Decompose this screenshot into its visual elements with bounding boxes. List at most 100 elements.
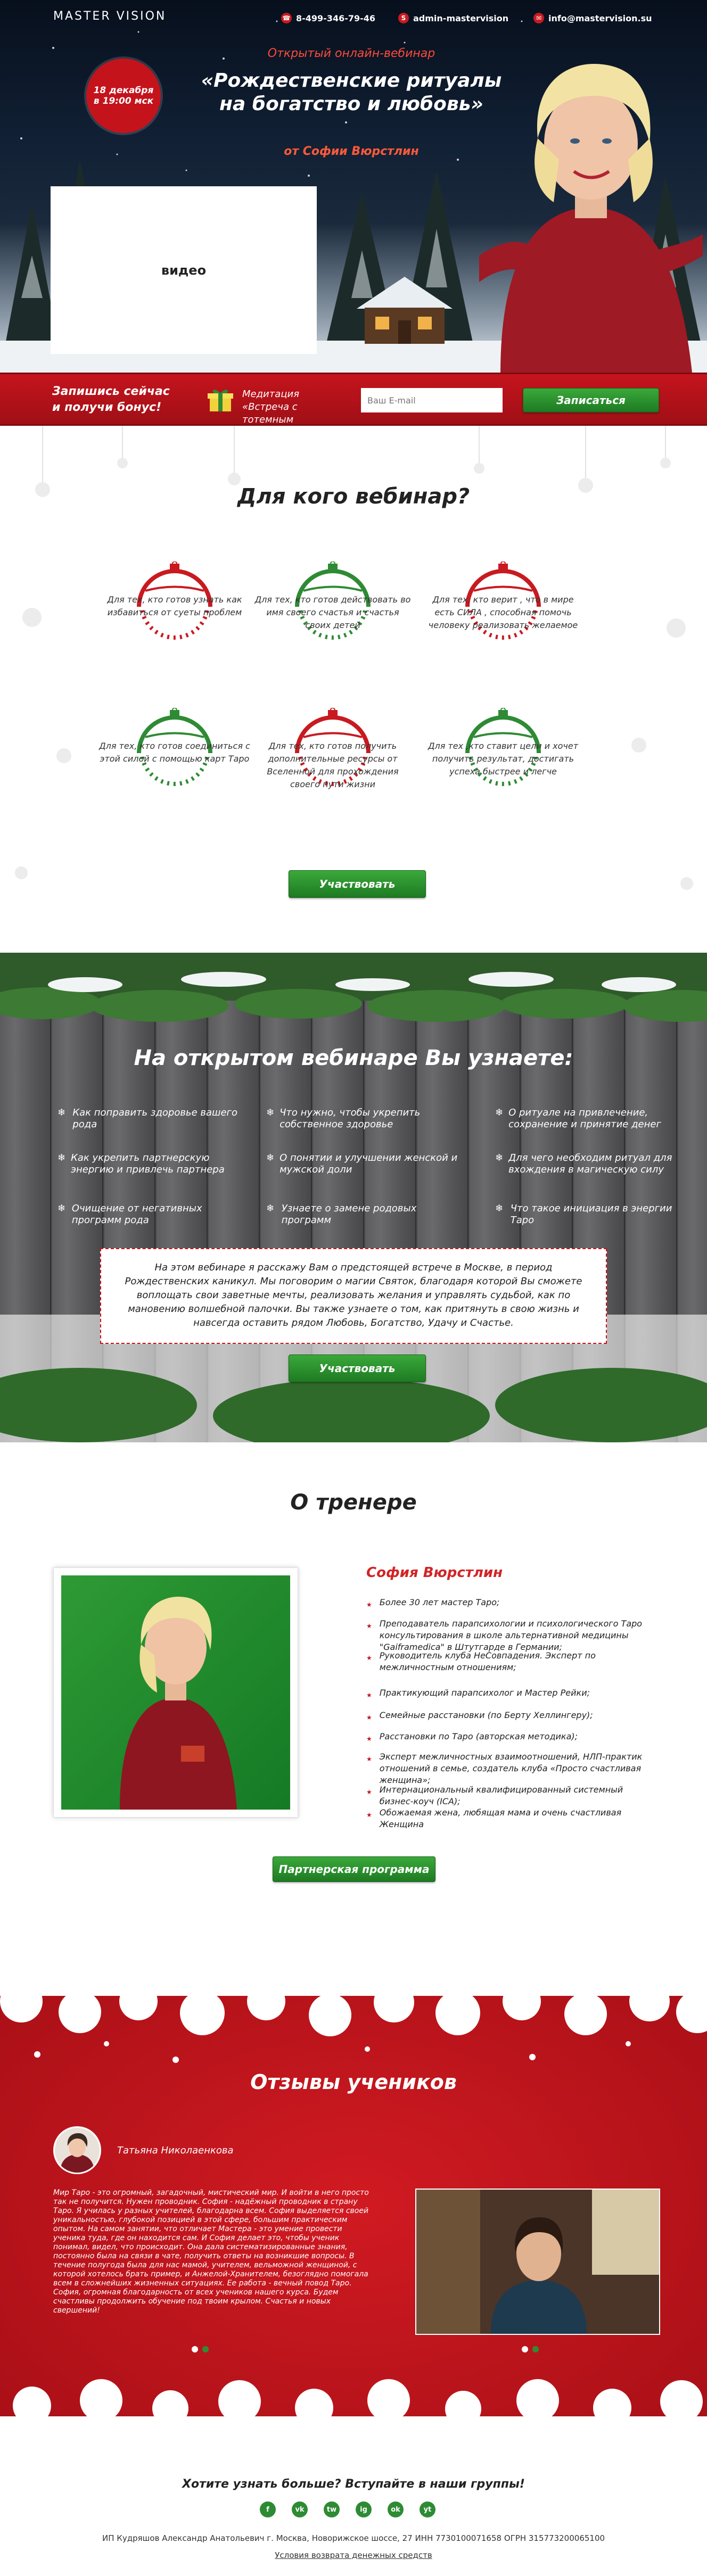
snowflake-icon: ❄ bbox=[495, 1152, 504, 1163]
trainer-bullet-text: Семейные расстановки (по Берту Хеллингер… bbox=[379, 1710, 593, 1720]
logo[interactable]: MASTER VISION bbox=[53, 10, 166, 23]
youtube-icon[interactable]: yt bbox=[420, 2501, 435, 2517]
trainer-bullet: ★ Интернациональный квалифицированный сис… bbox=[366, 1784, 654, 1807]
trainer-name: София Вюрстлин bbox=[366, 1565, 503, 1581]
snowflake-icon: ❄ bbox=[57, 1203, 66, 1214]
trainer-bullet-text: Обожаемая жена, любящая мама и очень сча… bbox=[379, 1807, 622, 1829]
star-icon: ★ bbox=[366, 1622, 372, 1630]
star-icon: ★ bbox=[366, 1714, 372, 1721]
signup-call-line1: Запишись сейчас bbox=[52, 385, 170, 398]
learn-item-text: Для чего необходим ритуал для вхождения … bbox=[508, 1152, 672, 1175]
join-groups-text: Хотите узнать больше? Вступайте в наши г… bbox=[182, 2478, 525, 2491]
video-dot-2[interactable] bbox=[532, 2346, 539, 2352]
trainer-photo bbox=[61, 1575, 290, 1810]
review-dot-2[interactable] bbox=[202, 2346, 209, 2352]
learn-item-text: Узнаете о замене родовых программ bbox=[281, 1203, 417, 1226]
review-text: Мир Таро - это огромный, загадочный, мис… bbox=[53, 2189, 369, 2315]
trainer-bullet: ★ Расстановки по Таро (авторская методика… bbox=[366, 1731, 654, 1745]
refund-link[interactable]: Условия возврата денежных средств bbox=[0, 2550, 707, 2560]
learn-item: ❄ Как укрепить партнерскую энергию и прив… bbox=[57, 1152, 249, 1176]
reviewer-avatar bbox=[53, 2126, 101, 2174]
email-address[interactable]: info@mastervision.su bbox=[548, 13, 652, 23]
phone-contact[interactable]: ☎ 8-499-346-79-46 bbox=[281, 13, 375, 23]
learn-item: ❄ О понятии и улучшении женской и мужской… bbox=[266, 1152, 458, 1176]
snowflake-icon: ❄ bbox=[57, 1107, 66, 1118]
learn-item-text: О понятии и улучшении женской и мужской … bbox=[279, 1152, 458, 1175]
trainer-bullet: ★ Руководитель клуба НеСовпадения. Экспер… bbox=[366, 1650, 654, 1673]
trainer-bullet: ★ Обожаемая жена, любящая мама и очень сч… bbox=[366, 1807, 654, 1830]
trainer-hero-photo bbox=[479, 64, 703, 373]
trainer-bullet-text: Преподаватель парапсихологии и психологи… bbox=[379, 1619, 643, 1652]
skype-contact[interactable]: S admin-mastervision bbox=[398, 13, 508, 23]
phone-number[interactable]: 8-499-346-79-46 bbox=[296, 13, 375, 23]
trainer-bullet: ★ Практикующий парапсихолог и Мастер Рейк… bbox=[366, 1687, 654, 1701]
skype-handle[interactable]: admin-mastervision bbox=[413, 13, 508, 23]
instagram-icon[interactable]: ig bbox=[356, 2501, 372, 2517]
trainer-bullet: ★ Более 30 лет мастер Таро; bbox=[366, 1597, 654, 1611]
trainer-bullet: ★ Эксперт межличностных взаимоотношений, … bbox=[366, 1751, 654, 1786]
skype-icon: S bbox=[398, 13, 409, 23]
participate-button-1[interactable]: Участвовать bbox=[289, 870, 426, 898]
trainer-bullet-text: Эксперт межличностных взаимоотношений, Н… bbox=[379, 1752, 643, 1785]
vk-icon[interactable]: vk bbox=[292, 2501, 308, 2517]
date-badge: 18 декабря в 19:00 мск bbox=[86, 59, 161, 133]
learn-item: ❄ Что такое инициация в энергии Таро bbox=[495, 1203, 687, 1226]
reviewer-name: Татьяна Николаенкова bbox=[117, 2145, 234, 2156]
learn-item-text: Как поправить здоровье вашего рода bbox=[72, 1107, 238, 1130]
snowflake-icon: ❄ bbox=[266, 1203, 275, 1214]
signup-button[interactable]: Записаться bbox=[523, 388, 659, 412]
odnoklassniki-icon[interactable]: ok bbox=[388, 2501, 404, 2517]
signup-call-line2: и получи бонус! bbox=[52, 401, 162, 414]
review-video[interactable] bbox=[415, 2189, 660, 2335]
learn-title: На открытом вебинаре Вы узнаете: bbox=[134, 1046, 573, 1070]
email-contact[interactable]: ✉ info@mastervision.su bbox=[533, 13, 652, 23]
trainer-title: О тренере bbox=[290, 1490, 417, 1515]
trainer-bullet-text: Более 30 лет мастер Таро; bbox=[379, 1597, 500, 1607]
learn-item: ❄ О ритуале на привлечение, сохранение и … bbox=[495, 1107, 687, 1130]
audience-item-text: Для тех, кто верит , что в мире есть СИЛ… bbox=[428, 595, 578, 630]
snowflake-icon: ❄ bbox=[57, 1152, 66, 1163]
star-icon: ★ bbox=[366, 1735, 372, 1743]
trainer-bullet-text: Руководитель клуба НеСовпадения. Эксперт… bbox=[379, 1650, 596, 1672]
mail-icon: ✉ bbox=[533, 13, 544, 23]
facebook-icon[interactable]: f bbox=[260, 2501, 276, 2517]
learn-item: ❄ Очищение от негативных программ рода bbox=[57, 1203, 249, 1226]
snowflake-icon: ❄ bbox=[495, 1203, 504, 1214]
partner-program-button[interactable]: Партнерская программа bbox=[273, 1856, 435, 1882]
learn-item: ❄ Как поправить здоровье вашего рода bbox=[57, 1107, 249, 1130]
twitter-icon[interactable]: tw bbox=[324, 2501, 340, 2517]
star-icon: ★ bbox=[366, 1755, 372, 1763]
video-player[interactable]: видео bbox=[51, 186, 317, 354]
email-input[interactable] bbox=[361, 388, 503, 412]
phone-icon: ☎ bbox=[281, 13, 292, 23]
gift-icon bbox=[208, 390, 233, 411]
review-dot-1[interactable] bbox=[192, 2346, 198, 2352]
trainer-bullet-text: Расстановки по Таро (авторская методика)… bbox=[379, 1731, 578, 1741]
webinar-subtitle: Открытый онлайн-вебинар bbox=[267, 47, 435, 60]
audience-item-text: Для тех, кто готов действовать во имя св… bbox=[254, 595, 411, 630]
star-icon: ★ bbox=[366, 1654, 372, 1662]
audience-item-text: Для тех, кто готов узнать как избавиться… bbox=[107, 595, 242, 617]
reviews-title: Отзывы учеников bbox=[250, 2070, 457, 2094]
trainer-bullet-text: Практикующий парапсихолог и Мастер Рейки… bbox=[379, 1688, 590, 1698]
trainer-bullet-text: Интернациональный квалифицированный сист… bbox=[379, 1785, 623, 1806]
snowflake-icon: ❄ bbox=[266, 1107, 275, 1118]
audience-item-text: Для тех, кто готов получить дополнительн… bbox=[267, 741, 399, 789]
signup-bar: Запишись сейчас и получи бонус! Медитаци… bbox=[0, 373, 707, 438]
learn-item-text: Очищение от негативных программ рода bbox=[71, 1203, 202, 1226]
trainer-portrait bbox=[120, 1597, 237, 1810]
trainer-photo-frame bbox=[53, 1567, 298, 1818]
star-icon: ★ bbox=[366, 1811, 372, 1819]
participate-button-2[interactable]: Участвовать bbox=[289, 1355, 426, 1382]
learn-item: ❄ Узнаете о замене родовых программ bbox=[266, 1203, 458, 1226]
date-day: 18 декабря bbox=[93, 85, 154, 96]
star-icon: ★ bbox=[366, 1691, 372, 1699]
trainer-bullet: ★ Семейные расстановки (по Берту Хеллинге… bbox=[366, 1710, 654, 1723]
snowflake-icon: ❄ bbox=[266, 1152, 275, 1163]
learn-item-text: О ритуале на привлечение, сохранение и п… bbox=[508, 1107, 661, 1130]
video-placeholder-label: видео bbox=[161, 262, 207, 278]
review-video-frame bbox=[416, 2190, 659, 2334]
trainer-bullet: ★ Преподаватель парапсихологии и психолог… bbox=[366, 1618, 654, 1653]
video-dot-1[interactable] bbox=[522, 2346, 528, 2352]
webinar-title: «Рождественские ритуалы на богатство и л… bbox=[201, 70, 502, 115]
